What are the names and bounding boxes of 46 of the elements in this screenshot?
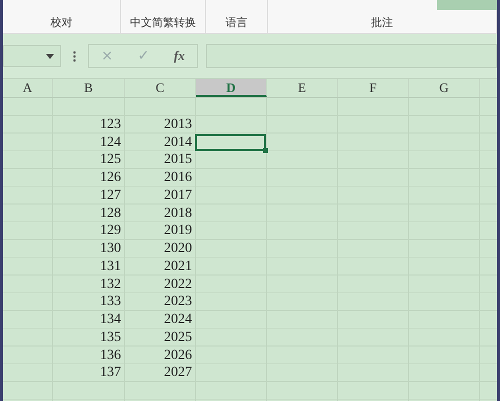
table-cell: 136 [100, 348, 121, 362]
ribbon-group-label: 批注 [371, 15, 393, 30]
table-cell: 134 [100, 312, 121, 327]
table-cell: 133 [100, 294, 121, 310]
table-cell: 2016 [164, 170, 192, 185]
table-cell: 131 [100, 258, 121, 274]
column-header[interactable]: E [267, 79, 338, 97]
table-cell: 132 [100, 276, 121, 292]
table-cell: 129 [100, 223, 121, 238]
table-cell: 2024 [164, 312, 192, 327]
table-cell: 123 [100, 116, 121, 132]
table-cell: 2026 [164, 348, 192, 362]
ribbon-group-label: 中文简繁转换 [130, 15, 196, 30]
caret-icon [46, 54, 54, 58]
table-cell: 135 [100, 330, 121, 345]
table-cell: 2019 [164, 223, 192, 238]
table-cell: 2015 [164, 152, 192, 168]
table-cell: 2025 [164, 330, 192, 345]
table-cell: 2023 [164, 294, 192, 310]
table-cell: 126 [100, 170, 121, 185]
selected-cell[interactable] [195, 134, 266, 152]
ribbon-group-label: 语言 [226, 15, 248, 30]
column-header[interactable]: B [53, 79, 125, 97]
more-icon[interactable] [73, 50, 76, 62]
formula-input[interactable] [206, 44, 497, 68]
table-cell: 2020 [164, 241, 192, 256]
table-cell: 2013 [164, 116, 192, 132]
table-cell: 2022 [164, 276, 192, 292]
table-cell: 2014 [164, 134, 192, 150]
table-cell: 128 [100, 206, 121, 220]
ribbon-group-label: 校对 [50, 15, 72, 30]
table-cell: 2021 [164, 258, 192, 274]
insert-function-button[interactable]: fx [170, 48, 189, 64]
table-cell: 130 [100, 241, 121, 256]
name-box[interactable] [3, 45, 61, 67]
table-cell: 2027 [164, 365, 192, 380]
table-cell: 124 [100, 134, 121, 150]
column-header[interactable]: A [3, 79, 53, 97]
table-cell: 2018 [164, 206, 192, 220]
column-header[interactable]: F [338, 79, 409, 97]
column-header[interactable]: G [409, 79, 480, 97]
table-cell: 127 [100, 188, 121, 203]
table-cell: 137 [100, 365, 121, 380]
table-cell: 2017 [164, 188, 192, 203]
table-cell: 125 [100, 152, 121, 168]
ribbon-button[interactable] [437, 0, 497, 10]
